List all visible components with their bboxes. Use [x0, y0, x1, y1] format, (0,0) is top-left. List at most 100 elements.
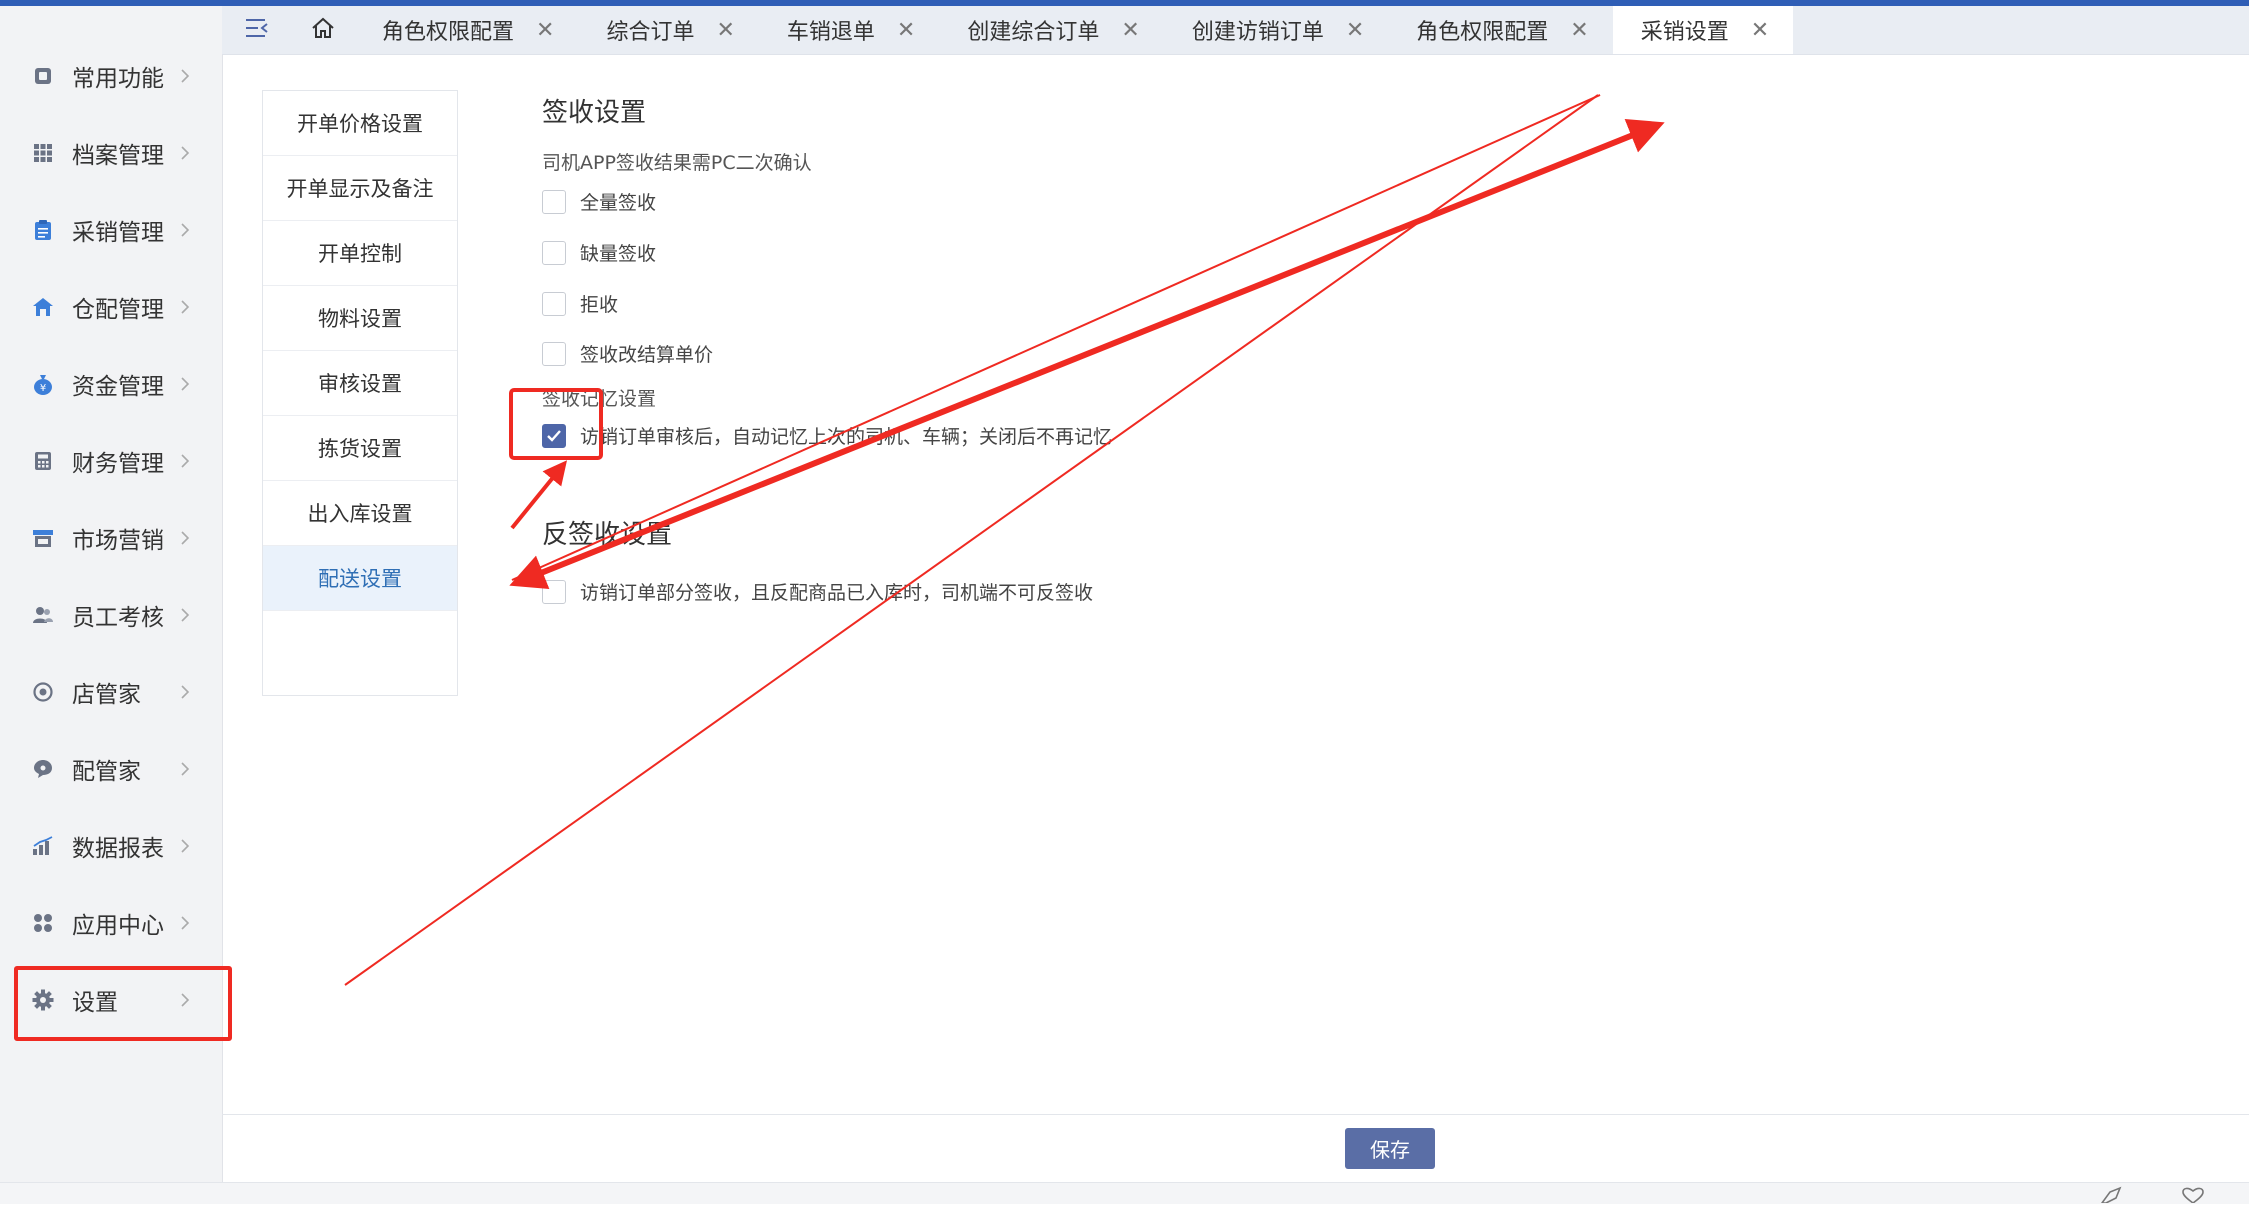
checkbox[interactable] — [542, 291, 566, 316]
chevron-right-icon — [178, 223, 192, 237]
sidebar-item-common[interactable]: 常用功能 — [0, 46, 222, 106]
sidebar-item-funds[interactable]: ¥ 资金管理 — [0, 354, 222, 414]
subnav-item-picking[interactable]: 拣货设置 — [263, 416, 457, 481]
shop-icon — [32, 681, 54, 703]
checkbox-label: 拒收 — [580, 294, 619, 316]
sign-section-title: 签收设置 — [542, 98, 647, 128]
home-icon — [311, 17, 335, 43]
sidebar-item-label: 设置 — [72, 990, 118, 1016]
checkbox[interactable] — [542, 189, 566, 214]
chevron-right-icon — [178, 762, 192, 776]
chevron-right-icon — [178, 685, 192, 699]
tab-role-permission-2[interactable]: 角色权限配置 ✕ — [1388, 6, 1612, 54]
common-icon — [32, 65, 54, 87]
subnav-item-stock-io[interactable]: 出入库设置 — [263, 481, 457, 546]
chevron-right-icon — [178, 377, 192, 391]
subnav-item-display[interactable]: 开单显示及备注 — [263, 156, 457, 221]
tab-vehicle-return[interactable]: 车销退单 ✕ — [759, 6, 939, 54]
tab-create-composite-order[interactable]: 创建综合订单 ✕ — [939, 6, 1163, 54]
sidebar-item-reports[interactable]: 数据报表 — [0, 816, 222, 876]
close-icon[interactable]: ✕ — [897, 18, 915, 43]
sidebar-item-label: 配管家 — [72, 759, 141, 785]
clipboard-icon — [32, 219, 54, 241]
store-icon — [32, 527, 54, 549]
option-short-sign[interactable]: 缺量签收 — [542, 239, 656, 266]
save-button[interactable]: 保存 — [1345, 1128, 1435, 1169]
close-icon[interactable]: ✕ — [716, 18, 734, 43]
sidebar-item-delivery-manager[interactable]: 配管家 — [0, 739, 222, 799]
tab-create-visit-order[interactable]: 创建访销订单 ✕ — [1164, 6, 1388, 54]
tab-composite-order[interactable]: 综合订单 ✕ — [578, 6, 758, 54]
status-bar — [0, 1182, 2249, 1204]
sidebar-item-label: 仓配管理 — [72, 297, 164, 323]
apps-icon — [32, 912, 54, 934]
close-icon[interactable]: ✕ — [1751, 18, 1769, 43]
checkbox[interactable] — [542, 240, 566, 265]
heart-icon[interactable] — [2180, 1186, 2206, 1204]
menu-collapse-button[interactable] — [222, 6, 292, 54]
sidebar-item-finance[interactable]: 财务管理 — [0, 431, 222, 491]
sidebar-item-label: 财务管理 — [72, 451, 164, 477]
tab-label: 车销退单 — [786, 20, 875, 45]
tab-label: 角色权限配置 — [382, 20, 515, 45]
sidebar-item-label: 员工考核 — [72, 605, 164, 631]
option-change-price[interactable]: 签收改结算单价 — [542, 340, 713, 367]
rocket-icon[interactable] — [2098, 1186, 2124, 1204]
sidebar-item-marketing[interactable]: 市场营销 — [0, 508, 222, 568]
close-icon[interactable]: ✕ — [536, 18, 554, 43]
tab-label: 创建访销订单 — [1191, 20, 1324, 45]
close-icon[interactable]: ✕ — [1570, 18, 1588, 43]
annotation-thin-diagonal — [344, 94, 1599, 986]
sidebar-item-label: 数据报表 — [72, 836, 164, 862]
check-icon — [547, 429, 561, 442]
option-remember-driver[interactable]: 访销订单审核后，自动记忆上次的司机、车辆；关闭后不再记忆 — [542, 422, 1112, 449]
sidebar-item-label: 常用功能 — [72, 66, 164, 92]
subnav-item-audit[interactable]: 审核设置 — [263, 351, 457, 416]
reverse-section-title: 反签收设置 — [542, 520, 673, 550]
checkbox-label: 缺量签收 — [580, 243, 657, 265]
tab-role-permission[interactable]: 角色权限配置 ✕ — [354, 6, 578, 54]
option-full-sign[interactable]: 全量签收 — [542, 188, 656, 215]
sidebar-item-warehouse[interactable]: 仓配管理 — [0, 277, 222, 337]
tab-bar: 角色权限配置 ✕ 综合订单 ✕ 车销退单 ✕ 创建综合订单 ✕ 创建访销订单 ✕ 角色权限… — [222, 6, 2249, 55]
sidebar-item-archive[interactable]: 档案管理 — [0, 123, 222, 183]
checkbox-label: 访销订单部分签收，且反配商品已入库时，司机端不可反签收 — [580, 582, 1094, 604]
users-icon — [32, 604, 54, 626]
chevron-right-icon — [178, 993, 192, 1007]
subnav-item-delivery[interactable]: 配送设置 — [263, 546, 457, 611]
chevron-right-icon — [178, 608, 192, 622]
gear-icon — [32, 989, 54, 1011]
sidebar-item-label: 应用中心 — [72, 913, 164, 939]
checkbox-label: 访销订单审核后，自动记忆上次的司机、车辆；关闭后不再记忆 — [580, 426, 1113, 448]
sidebar-item-employee[interactable]: 员工考核 — [0, 585, 222, 645]
chevron-right-icon — [178, 916, 192, 930]
tab-label: 角色权限配置 — [1416, 20, 1549, 45]
close-icon[interactable]: ✕ — [1121, 18, 1139, 43]
sidebar-item-shop-manager[interactable]: 店管家 — [0, 662, 222, 722]
checkbox[interactable] — [542, 579, 566, 604]
checkbox-checked[interactable] — [542, 423, 566, 448]
money-bag-icon: ¥ — [32, 373, 54, 395]
chat-icon — [32, 758, 54, 780]
confirm-label: 司机APP签收结果需PC二次确认 — [542, 152, 812, 174]
sidebar-item-purchase-sales[interactable]: 采销管理 — [0, 200, 222, 260]
option-reject[interactable]: 拒收 — [542, 290, 618, 317]
close-icon[interactable]: ✕ — [1346, 18, 1364, 43]
tab-purchase-sales-settings[interactable]: 采销设置 ✕ — [1612, 6, 1794, 54]
home-tab[interactable] — [292, 6, 354, 54]
warehouse-icon — [32, 296, 54, 318]
bar-chart-icon — [32, 835, 54, 857]
sidebar-item-app-center[interactable]: 应用中心 — [0, 893, 222, 953]
tab-label: 采销设置 — [1640, 20, 1729, 45]
sidebar-item-settings[interactable]: 设置 — [0, 970, 222, 1030]
option-reverse-sign[interactable]: 访销订单部分签收，且反配商品已入库时，司机端不可反签收 — [542, 578, 1093, 605]
checkbox[interactable] — [542, 341, 566, 366]
subnav-item-control[interactable]: 开单控制 — [263, 221, 457, 286]
calculator-icon — [32, 450, 54, 472]
chevron-right-icon — [178, 146, 192, 160]
subnav-item-price[interactable]: 开单价格设置 — [263, 91, 457, 156]
subnav-item-material[interactable]: 物料设置 — [263, 286, 457, 351]
footer-divider — [222, 1114, 2249, 1115]
checkbox-label: 签收改结算单价 — [580, 344, 714, 366]
tab-label: 综合订单 — [606, 20, 695, 45]
